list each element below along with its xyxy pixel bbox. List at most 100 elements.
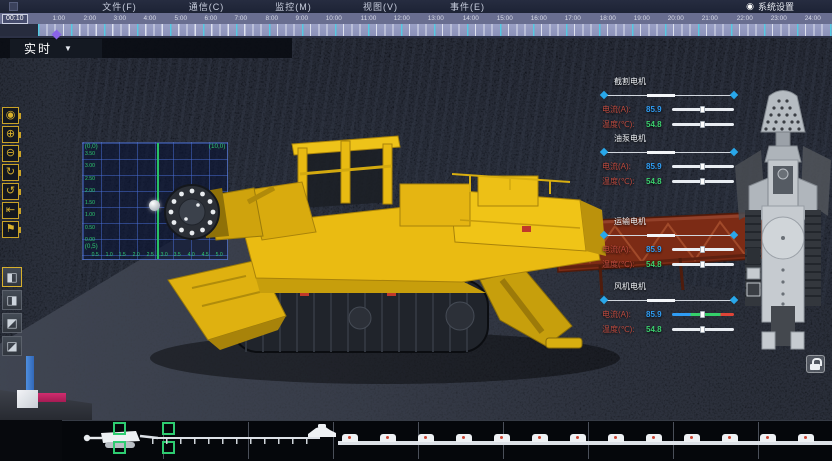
grid-x-tick: 2.0 bbox=[133, 252, 140, 257]
view-cube-1-button[interactable]: ◧ bbox=[2, 267, 22, 287]
grid-corner-label: (0,0) bbox=[85, 143, 98, 149]
menu-file[interactable]: 文件(F) bbox=[76, 0, 163, 13]
belt-segment bbox=[570, 434, 586, 442]
hour-label: 10:00 bbox=[326, 15, 342, 21]
hour-label: 3:00 bbox=[114, 15, 127, 21]
timeline-scrubber[interactable] bbox=[0, 24, 832, 36]
motor-panel-fan: 风机电机 电流(A):85.9 温度(℃):54.8 bbox=[598, 281, 740, 335]
tick-band[interactable] bbox=[38, 24, 832, 36]
hour-labels: 1:002:003:004:005:006:007:008:009:0010:0… bbox=[44, 13, 830, 24]
orbit-globe-icon: ◉ bbox=[6, 109, 16, 121]
motor-range-slider[interactable] bbox=[600, 90, 738, 100]
motor-title: 油泵电机 bbox=[614, 133, 740, 144]
range-handle-right[interactable] bbox=[730, 91, 738, 99]
motor-panel-cutting: 截割电机 电流(A):85.9 温度(℃):54.8 bbox=[598, 76, 740, 130]
range-handle-left[interactable] bbox=[600, 296, 608, 304]
hour-label: 6:00 bbox=[205, 15, 218, 21]
hour-label: 17:00 bbox=[565, 15, 581, 21]
rotate-cw-button[interactable]: ↻ bbox=[2, 164, 19, 181]
motor-panel-oil-pump: 油泵电机 电流(A):85.9 温度(℃):54.8 bbox=[598, 133, 740, 187]
grid-x-tick: 4.0 bbox=[188, 252, 195, 257]
range-handle-left[interactable] bbox=[600, 91, 608, 99]
range-handle-left[interactable] bbox=[600, 231, 608, 239]
ruler-edge bbox=[0, 36, 832, 38]
menu-communication[interactable]: 通信(C) bbox=[163, 0, 250, 13]
hour-label: 2:00 bbox=[83, 15, 96, 21]
hour-label: 5:00 bbox=[174, 15, 187, 21]
current-value: 85.9 bbox=[646, 310, 672, 319]
cab-frame bbox=[292, 136, 400, 208]
view-cube-2-icon: ◨ bbox=[6, 293, 17, 307]
current-value: 85.9 bbox=[646, 162, 672, 171]
align-view-button[interactable]: ⇤ bbox=[2, 202, 19, 219]
roadheader-monitoring-app: (0,0) (10,0) (0,5) 3.503.002.502.001.501… bbox=[0, 0, 832, 461]
grid-x-tick: 3.0 bbox=[160, 252, 167, 257]
hour-label: 4:00 bbox=[144, 15, 157, 21]
temp-label: 温度(℃): bbox=[602, 119, 646, 130]
realtime-mode-dropdown[interactable]: 实时 ▼ bbox=[10, 39, 102, 58]
grid-y-tick: 3.50 bbox=[85, 151, 95, 156]
view-lock-button[interactable] bbox=[806, 355, 825, 373]
menu-monitoring[interactable]: 监控(M) bbox=[250, 0, 337, 13]
rear-stabilizer bbox=[480, 270, 582, 348]
belt-drive-head bbox=[306, 424, 338, 439]
hour-label: 22:00 bbox=[736, 15, 752, 21]
motor-range-slider[interactable] bbox=[600, 295, 738, 305]
view-cube-4-button[interactable]: ◪ bbox=[2, 336, 22, 356]
range-handle-right[interactable] bbox=[730, 296, 738, 304]
toolbar-gap bbox=[2, 240, 22, 267]
chevron-down-icon: ▼ bbox=[64, 44, 72, 53]
hour-label: 1:00 bbox=[53, 15, 66, 21]
grid-x-axis-ticks: 0.51.01.52.02.53.03.54.04.55.0 bbox=[91, 252, 223, 258]
motor-title: 运输电机 bbox=[614, 216, 740, 227]
hour-label: 8:00 bbox=[265, 15, 278, 21]
zoom-out-button[interactable]: ⊖ bbox=[2, 145, 19, 162]
zoom-in-button[interactable]: ⊕ bbox=[2, 126, 19, 143]
orbit-globe-button[interactable]: ◉ bbox=[2, 107, 19, 124]
current-slider[interactable] bbox=[672, 108, 734, 111]
system-settings-button[interactable]: ◉ 系统设置 bbox=[746, 0, 794, 13]
temp-slider[interactable] bbox=[672, 123, 734, 126]
hour-label: 20:00 bbox=[668, 15, 684, 21]
menu-event[interactable]: 事件(E) bbox=[424, 0, 511, 13]
temp-label: 温度(℃): bbox=[602, 259, 646, 270]
current-value: 85.9 bbox=[646, 245, 672, 254]
grid-corner-label: (10,0) bbox=[209, 143, 225, 149]
rotate-ccw-icon: ↺ bbox=[6, 185, 15, 197]
view-cube-2-button[interactable]: ◨ bbox=[2, 290, 22, 310]
grid-y-tick: 0.00 bbox=[85, 237, 95, 242]
temp-label: 温度(℃): bbox=[602, 324, 646, 335]
flag-marker-button[interactable]: ⚑ bbox=[2, 221, 19, 238]
menu-view[interactable]: 视图(V) bbox=[337, 0, 424, 13]
view-cube-3-button[interactable]: ◩ bbox=[2, 313, 22, 333]
machine-plan-schematic bbox=[735, 88, 831, 350]
current-slider[interactable] bbox=[672, 248, 734, 251]
current-slider[interactable] bbox=[672, 165, 734, 168]
view-cube-1-icon: ◧ bbox=[6, 270, 17, 284]
temp-value: 54.8 bbox=[646, 260, 672, 269]
rotate-cw-icon: ↻ bbox=[6, 166, 15, 178]
temp-slider[interactable] bbox=[672, 263, 734, 266]
current-slider[interactable] bbox=[672, 313, 734, 316]
grid-x-tick: 1.5 bbox=[119, 252, 126, 257]
axis-gizmo-x bbox=[38, 393, 66, 402]
axis-gizmo-origin bbox=[17, 390, 38, 408]
motor-range-slider[interactable] bbox=[600, 230, 738, 240]
grid-y-tick: 1.00 bbox=[85, 213, 95, 218]
rotate-ccw-button[interactable]: ↺ bbox=[2, 183, 19, 200]
range-handle-left[interactable] bbox=[600, 148, 608, 156]
temp-value: 54.8 bbox=[646, 177, 672, 186]
mode-value: 实时 bbox=[24, 40, 52, 57]
plan-cutter-head bbox=[761, 91, 805, 133]
range-handle-right[interactable] bbox=[730, 148, 738, 156]
motor-range-slider[interactable] bbox=[600, 147, 738, 157]
flag-marker-icon: ⚑ bbox=[6, 223, 16, 235]
temp-slider[interactable] bbox=[672, 180, 734, 183]
current-label: 电流(A): bbox=[602, 309, 646, 320]
temp-slider[interactable] bbox=[672, 328, 734, 331]
grid-y-tick: 0.50 bbox=[85, 225, 95, 230]
crawler-track bbox=[232, 280, 488, 352]
range-handle-right[interactable] bbox=[730, 231, 738, 239]
tunnel-minimap-strip[interactable] bbox=[0, 420, 832, 461]
cutting-section-grid-panel: (0,0) (10,0) (0,5) 3.503.002.502.001.501… bbox=[82, 142, 228, 260]
